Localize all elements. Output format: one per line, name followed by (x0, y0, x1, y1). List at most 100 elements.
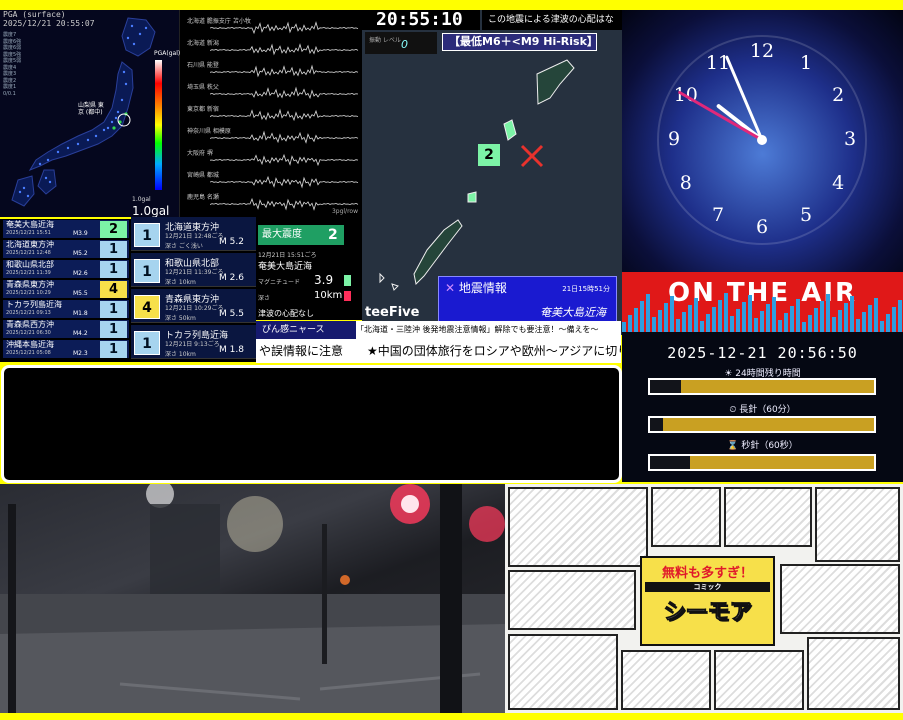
manga-panel (780, 564, 900, 634)
meter-bar (838, 310, 842, 332)
meter-bar (802, 322, 806, 332)
meter-bar (892, 307, 896, 332)
eq-magnitude: M 5.5 (219, 309, 244, 319)
meter-bar (772, 297, 776, 332)
eq-list-item[interactable]: 青森県東方沖 2025/12/21 10:29 M5.5 4 (3, 280, 129, 299)
manga-panel (621, 650, 711, 710)
meter-bar (880, 321, 884, 332)
clock-icon: ⏲ (729, 405, 737, 415)
news-headline-bar: ぴん感ニャース 「北海道・三陸沖 後発地震注意情報」解除でも要注意！～備えを～ (256, 321, 621, 339)
eq-list-item[interactable]: 和歌山県北部 2025/12/21 11:39 M2.6 1 (3, 260, 129, 279)
shindo-level-label: 振動 レベル (369, 37, 401, 44)
audio-meter (622, 293, 902, 332)
news-headline: 「北海道・三陸沖 後発地震注意情報」解除でも要注意！～備えを～ (356, 325, 599, 334)
detail-date: 12月21日 15:51ごろ (258, 252, 317, 259)
street-scene (0, 484, 505, 713)
meter-bar (790, 306, 794, 332)
max-intensity: 最大震度 2 (258, 225, 344, 245)
meter-bar (622, 322, 626, 332)
waveform-row: 北海道 新潟 (180, 38, 362, 60)
eq-detail-item[interactable]: 1 和歌山県北部 12月21日 11:39ごろ 深さ 10km M 2.6 (131, 253, 256, 287)
meter-bar (724, 293, 728, 332)
eq-depth: 深さ ごく浅い (165, 243, 203, 250)
detail-place: 奄美大島近海 (258, 262, 313, 272)
waveform-trace (210, 108, 359, 122)
meter-bar (784, 313, 788, 332)
meter-bar (712, 307, 716, 332)
eq-date: 2025/12/21 05:08 (6, 350, 51, 356)
island-map (379, 59, 575, 291)
manga-line1: 無料も多すぎ！ (661, 566, 753, 581)
manga-panel (508, 487, 648, 567)
meter-bar (844, 303, 848, 332)
waveform-trace (210, 175, 359, 189)
eq-info-box: ✕ 地震情報 21日15時51分 奄美大島近海 (438, 276, 617, 322)
meter-bar (808, 315, 812, 332)
epicenter-marker (520, 144, 544, 168)
eq-shindo-badge: 2 (100, 221, 127, 238)
waveform-trace (210, 64, 359, 78)
eq-magnitude: M 5.2 (219, 237, 244, 247)
waveform-trace (210, 130, 359, 144)
eq-detail-item[interactable]: 1 北海道東方沖 12月21日 12:48ごろ 深さ ごく浅い M 5.2 (131, 217, 256, 251)
detail-mag-value: 3.9 (314, 273, 334, 287)
intensity-marker: 2 (478, 144, 500, 166)
news-tag: ぴん感ニャース (256, 321, 356, 339)
second-hand (678, 91, 764, 142)
meter-bar (862, 312, 866, 332)
meter-bar (640, 301, 644, 332)
waveform-panel: 北海道 膽振支庁 苫小牧 北海道 新潟 石川県 能登 埼玉県 秩父 東京都 新宿 神奈川県… (180, 10, 362, 217)
manga-panel (724, 487, 812, 547)
eq-magnitude: M2.6 (73, 270, 88, 277)
eq-list-item[interactable]: トカラ列島近海 2025/12/21 09:13 M1.8 1 (3, 300, 129, 319)
clock-hands (657, 35, 867, 245)
meter-bar (658, 310, 662, 332)
eq-list-item[interactable]: 青森県西方沖 2025/12/21 06:30 M4.2 1 (3, 320, 129, 339)
shindo-level: 振動 レベル 0 (365, 32, 437, 54)
eq-shindo-badge: 4 (100, 281, 127, 298)
meter-bar (868, 305, 872, 332)
label-sec: ⌛ 秒針（60秒） (727, 441, 798, 451)
on-air-panel: ON THE AIR (622, 272, 903, 332)
meter-bar (646, 294, 650, 332)
news-ticker: や誤情報に注意 ★中国の団体旅行をロシアや欧州～アジアに切り替 (256, 339, 621, 363)
meter-bar (742, 302, 746, 332)
eq-magnitude: M1.8 (73, 310, 88, 317)
eq-date: 2025/12/21 09:13 (6, 310, 51, 316)
epicenter-map-panel: 20:55:10 この地震による津波の心配はなし 振動 レベル 0 【最低M6＋… (362, 10, 622, 335)
meter-bar (670, 296, 674, 332)
close-icon: ✕ (445, 281, 456, 295)
detail-mag-label: マグニチュード (258, 279, 301, 286)
eq-magnitude: M 2.6 (219, 273, 244, 283)
eq-list-item[interactable]: 奄美大島近海 2025/12/21 15:51 M3.9 2 (3, 220, 129, 239)
clock-display: 20:55:10 (362, 10, 480, 30)
detail-tsunami: 津波の心配なし (258, 309, 314, 318)
eq-date: 2025/12/21 15:51 (6, 230, 51, 236)
meter-bar (682, 312, 686, 332)
depth-indicator (344, 291, 351, 301)
manga-panel (508, 570, 636, 630)
detail-depth-value: 10km (314, 290, 343, 301)
eq-list-item[interactable]: 北海道東方沖 2025/12/21 12:48 M5.2 1 (3, 240, 129, 259)
earthquake-list: 奄美大島近海 2025/12/21 15:51 M3.9 2 北海道東方沖 2025/12… (0, 219, 131, 362)
meter-bar (898, 300, 902, 332)
eq-magnitude: M 1.8 (219, 345, 244, 355)
meter-bar (634, 308, 638, 332)
waveform-row: 神奈川県 相模原 (180, 126, 362, 148)
eq-detail-item[interactable]: 4 青森県東方沖 12月21日 10:29ごろ 深さ 50km M 5.5 (131, 289, 256, 323)
waveform-row: 東京都 新宿 (180, 104, 362, 126)
eq-magnitude: M2.3 (73, 350, 88, 357)
eq-list-item[interactable]: 沖縄本島近海 2025/12/21 05:08 M2.3 1 (3, 340, 129, 359)
meter-bar (748, 295, 752, 332)
manga-ad: 無料も多すぎ！ コミック シーモア (505, 484, 903, 713)
eq-date: 12月21日 12:48ごろ (165, 233, 224, 240)
eq-shindo-badge: 1 (134, 223, 160, 247)
meter-bar (874, 298, 878, 332)
mag-indicator (344, 275, 351, 286)
eq-name: 青森県西方沖 (6, 320, 54, 329)
waveform-trace (210, 43, 359, 56)
eq-shindo-badge: 1 (100, 261, 127, 278)
eq-info-place: 奄美大島近海 (540, 306, 606, 319)
eq-detail-item[interactable]: 1 トカラ列島近海 12月21日 9:13ごろ 深さ 10km M 1.8 (131, 325, 256, 359)
progress-long (648, 416, 876, 433)
